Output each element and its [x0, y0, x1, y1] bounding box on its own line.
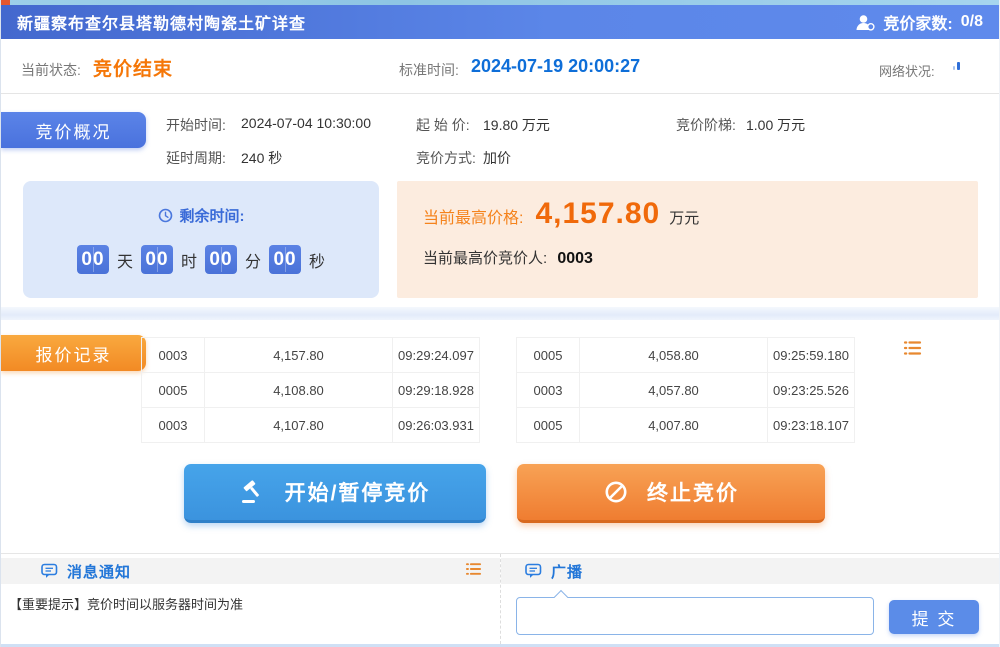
bid-time-cell: 09:25:59.180 — [768, 338, 855, 373]
status-bar: 当前状态: 竞价结束 标准时间: 2024-07-19 20:00:27 网络状… — [1, 39, 999, 94]
countdown-minutes: 00 — [205, 245, 237, 274]
start-price-value: 19.80 万元 — [483, 115, 550, 135]
start-time-value: 2024-07-04 10:30:00 — [241, 115, 371, 131]
prohibition-icon — [603, 479, 629, 505]
bottom-area: 消息通知 【重要提示】竞价时间以服务器时间为准 — [1, 553, 999, 647]
bid-price-cell: 4,108.80 — [205, 373, 393, 408]
list-icon — [903, 340, 922, 356]
broadcast-title: 广播 — [551, 561, 583, 582]
highest-price-row: 当前最高价格: 4,157.80 万元 — [423, 197, 699, 231]
highest-bidder-row: 当前最高价竞价人: 0003 — [423, 247, 593, 268]
messages-title: 消息通知 — [67, 561, 131, 582]
countdown-digits: 00 天 00 时 00 分 00 秒 — [23, 245, 379, 274]
bidder-code-cell: 0005 — [142, 373, 205, 408]
start-time-label: 开始时间: — [166, 115, 226, 135]
countdown-unit-second: 秒 — [309, 248, 325, 272]
table-row: 0005 4,007.80 09:23:18.107 — [517, 408, 855, 443]
messages-panel: 消息通知 【重要提示】竞价时间以服务器时间为准 — [1, 554, 501, 644]
list-icon — [465, 562, 482, 576]
auction-monitor-page: 新疆察布查尔县塔勒德村陶瓷土矿详查 竞价家数: 0/8 当前状态: 竞价结束 标… — [0, 0, 1000, 647]
countdown-title: 剩余时间: — [23, 181, 379, 226]
table-row: 0003 4,107.80 09:26:03.931 — [142, 408, 480, 443]
bid-price-cell: 4,058.80 — [580, 338, 768, 373]
bid-step-label: 竞价阶梯: — [676, 115, 736, 135]
bidder-code-cell: 0003 — [142, 408, 205, 443]
page-title: 新疆察布查尔县塔勒德村陶瓷土矿详查 — [17, 10, 306, 34]
bid-price-cell: 4,057.80 — [580, 373, 768, 408]
delay-period-value: 240 秒 — [241, 148, 282, 168]
highest-price-value: 4,157.80 — [535, 197, 660, 231]
server-time-label: 标准时间: — [399, 60, 459, 80]
countdown-unit-minute: 分 — [245, 248, 261, 272]
user-icon — [855, 14, 875, 31]
terminate-bid-label: 终止竞价 — [647, 477, 739, 507]
status-label: 当前状态: — [21, 60, 81, 80]
highest-bidder-value: 0003 — [557, 250, 593, 267]
bidder-code-cell: 0003 — [517, 373, 580, 408]
network-status-label: 网络状况: — [879, 61, 935, 80]
table-row: 0003 4,157.80 09:29:24.097 — [142, 338, 480, 373]
bid-price-cell: 4,107.80 — [205, 408, 393, 443]
bidder-count-label: 竞价家数: — [883, 10, 952, 34]
chat-bubble-icon — [41, 563, 58, 579]
section-tab-records: 报价记录 — [1, 335, 146, 371]
highest-bidder-label: 当前最高价竞价人: — [423, 250, 547, 267]
start-price-label: 起 始 价: — [416, 115, 470, 135]
submit-button[interactable]: 提 交 — [889, 600, 979, 634]
countdown-label: 剩余时间: — [180, 205, 245, 226]
bid-price-cell: 4,007.80 — [580, 408, 768, 443]
countdown-panel: 剩余时间: 00 天 00 时 00 分 00 秒 — [23, 181, 379, 298]
countdown-unit-day: 天 — [117, 248, 133, 272]
bid-price-cell: 4,157.80 — [205, 338, 393, 373]
terminate-bid-button[interactable]: 终止竞价 — [517, 464, 825, 523]
bid-time-cell: 09:29:24.097 — [393, 338, 480, 373]
broadcast-header: 广播 — [501, 558, 999, 584]
bidder-code-cell: 0005 — [517, 408, 580, 443]
start-pause-bid-label: 开始/暂停竞价 — [285, 477, 431, 507]
countdown-seconds: 00 — [269, 245, 301, 274]
countdown-unit-hour: 时 — [181, 248, 197, 272]
bid-time-cell: 09:29:18.928 — [393, 373, 480, 408]
notice-message: 【重要提示】竞价时间以服务器时间为准 — [9, 594, 500, 613]
broadcast-panel: 广播 提 交 — [501, 554, 999, 644]
bid-time-cell: 09:23:18.107 — [768, 408, 855, 443]
table-row: 0005 4,108.80 09:29:18.928 — [142, 373, 480, 408]
chat-bubble-icon — [525, 563, 542, 579]
broadcast-input[interactable] — [516, 597, 874, 635]
highest-price-panel: 当前最高价格: 4,157.80 万元 当前最高价竞价人: 0003 — [397, 181, 978, 298]
bid-records-table-right: 0005 4,058.80 09:25:59.180 0003 4,057.80… — [516, 337, 855, 443]
section-tab-overview: 竞价概况 — [1, 112, 146, 148]
bid-mode-label: 竞价方式: — [416, 148, 476, 168]
messages-header: 消息通知 — [1, 558, 500, 584]
clock-icon — [158, 208, 173, 223]
bidder-code-cell: 0005 — [517, 338, 580, 373]
delay-period-label: 延时周期: — [166, 148, 226, 168]
highest-price-label: 当前最高价格: — [423, 204, 523, 228]
section-divider — [1, 307, 999, 320]
countdown-days: 00 — [77, 245, 109, 274]
records-expand-button[interactable] — [903, 340, 922, 361]
bidder-code-cell: 0003 — [142, 338, 205, 373]
countdown-hours: 00 — [141, 245, 173, 274]
server-time-value: 2024-07-19 20:00:27 — [471, 56, 640, 77]
bid-time-cell: 09:26:03.931 — [393, 408, 480, 443]
network-signal-icon — [953, 61, 960, 70]
highest-price-unit: 万元 — [669, 207, 699, 228]
bid-mode-value: 加价 — [483, 148, 511, 168]
start-pause-bid-button[interactable]: 开始/暂停竞价 — [184, 464, 486, 523]
table-row: 0003 4,057.80 09:23:25.526 — [517, 373, 855, 408]
status-value: 竞价结束 — [93, 54, 173, 81]
bidder-count: 竞价家数: 0/8 — [855, 10, 983, 34]
table-row: 0005 4,058.80 09:25:59.180 — [517, 338, 855, 373]
bid-time-cell: 09:23:25.526 — [768, 373, 855, 408]
bid-records-table-left: 0003 4,157.80 09:29:24.097 0005 4,108.80… — [141, 337, 480, 443]
messages-expand-button[interactable] — [465, 562, 482, 581]
bid-step-value: 1.00 万元 — [746, 115, 805, 135]
gavel-icon — [240, 480, 267, 505]
title-bar: 新疆察布查尔县塔勒德村陶瓷土矿详查 竞价家数: 0/8 — [1, 5, 999, 39]
bidder-count-value: 0/8 — [961, 13, 983, 31]
